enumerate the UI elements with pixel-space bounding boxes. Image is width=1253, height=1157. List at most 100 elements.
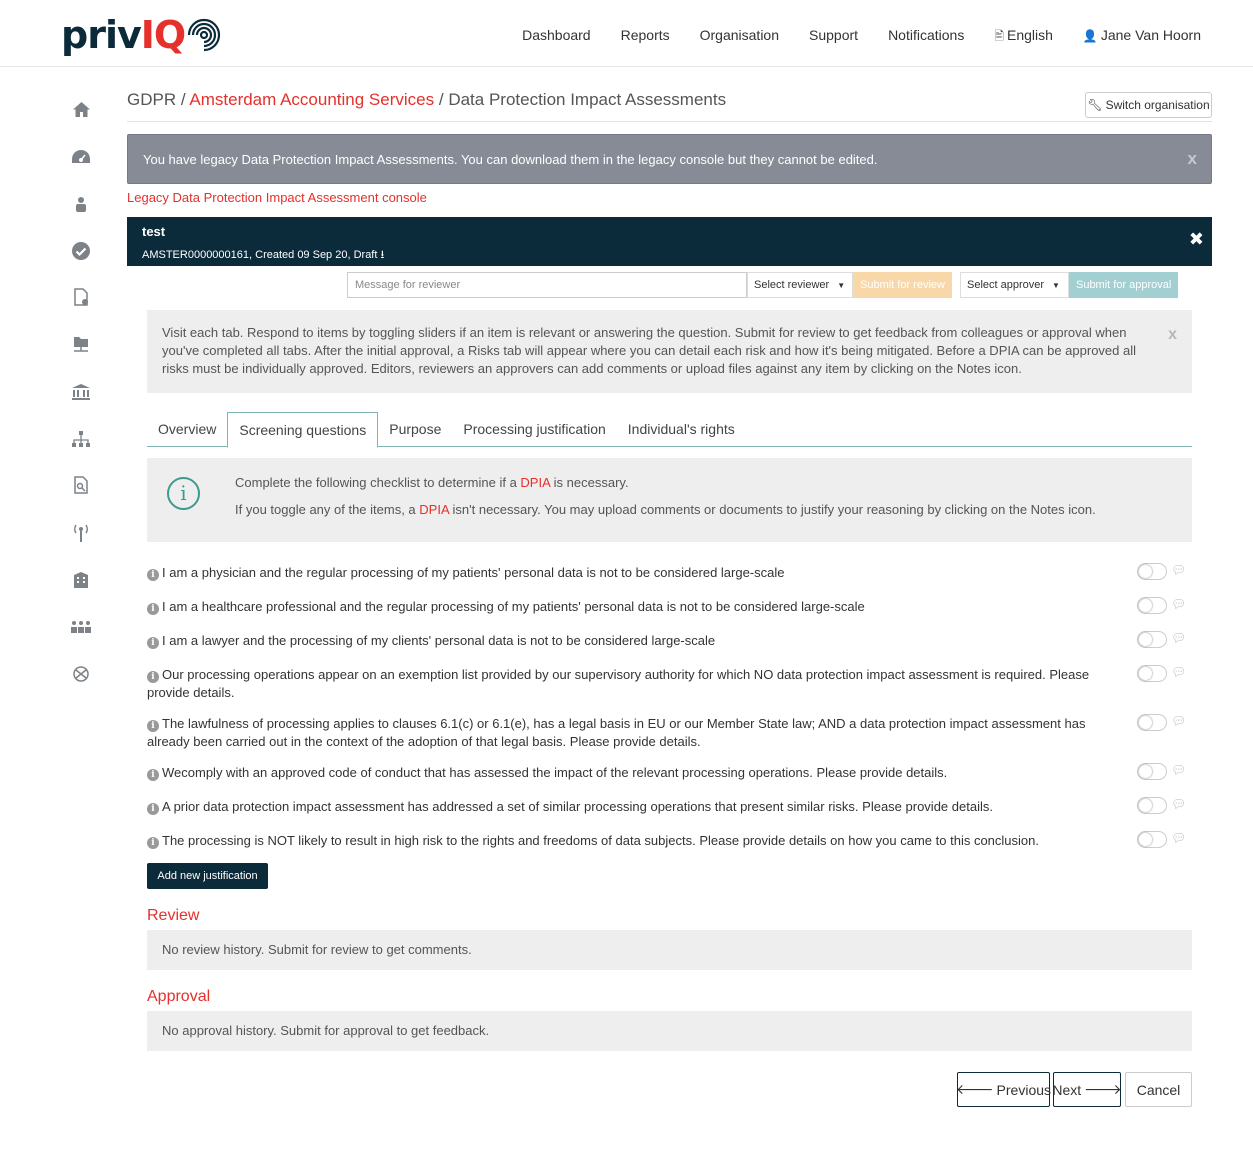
- logo-text-iq: IQ: [140, 13, 186, 57]
- notes-icon[interactable]: 💬︎: [1171, 797, 1186, 811]
- question-row: iA prior data protection impact assessme…: [147, 798, 1112, 816]
- switch-organisation-label: Switch organisation: [1105, 98, 1210, 112]
- notes-icon[interactable]: 💬︎: [1171, 563, 1186, 577]
- info-icon[interactable]: i: [147, 837, 159, 849]
- nav-dashboard[interactable]: Dashboard: [522, 27, 591, 48]
- folder-network-icon[interactable]: [62, 321, 100, 368]
- bank-icon[interactable]: [62, 368, 100, 415]
- select-approver-label: Select approver: [966, 279, 1045, 291]
- notes-icon[interactable]: 💬︎: [1171, 631, 1186, 645]
- close-icon[interactable]: x: [1168, 326, 1177, 344]
- submit-for-review-button[interactable]: Submit for review: [853, 272, 952, 298]
- info-icon[interactable]: i: [147, 603, 159, 615]
- breadcrumb-gdpr[interactable]: GDPR: [127, 90, 176, 109]
- tab-processing-justification[interactable]: Processing justification: [452, 412, 616, 447]
- info-icon[interactable]: i: [147, 769, 159, 781]
- home-icon[interactable]: [62, 86, 100, 133]
- nav-language-label: English: [1006, 27, 1053, 43]
- close-icon[interactable]: x: [1188, 149, 1197, 169]
- top-navbar: privIQ Dashboard Reports Organisation Su…: [0, 0, 1253, 67]
- document-gear-icon[interactable]: [62, 274, 100, 321]
- question-toggle[interactable]: [1137, 665, 1167, 682]
- dpia-term: DPIA: [520, 475, 551, 490]
- add-new-justification-button[interactable]: Add new justification: [147, 863, 268, 889]
- nav-notifications[interactable]: Notifications: [888, 27, 964, 48]
- document-search-icon[interactable]: [62, 462, 100, 509]
- close-icon[interactable]: ✖: [1189, 229, 1204, 250]
- nav-user[interactable]: 👤 Jane Van Hoorn: [1083, 27, 1201, 48]
- group-icon[interactable]: [62, 603, 100, 650]
- person-icon[interactable]: [62, 180, 100, 227]
- privIQ-logo[interactable]: privIQ: [61, 13, 221, 57]
- no-transfer-icon[interactable]: [62, 650, 100, 697]
- info-icon[interactable]: i: [147, 671, 159, 683]
- checklist-line-2: If you toggle any of the items, a DPIA i…: [235, 502, 1096, 517]
- check-circle-icon[interactable]: [62, 227, 100, 274]
- tab-overview[interactable]: Overview: [147, 412, 227, 447]
- select-approver-dropdown[interactable]: Select approver ▼: [959, 272, 1069, 298]
- message-for-reviewer-input[interactable]: [347, 272, 747, 298]
- select-reviewer-label: Select reviewer: [754, 279, 830, 291]
- legacy-alert: You have legacy Data Protection Impact A…: [127, 134, 1212, 184]
- previous-button[interactable]: 🡐 Previous: [956, 1072, 1051, 1107]
- tab-purpose[interactable]: Purpose: [378, 412, 452, 447]
- breadcrumb-separator: /: [438, 90, 444, 109]
- next-button[interactable]: Next 🡒: [1052, 1072, 1122, 1107]
- notes-icon[interactable]: 💬︎: [1171, 763, 1186, 777]
- dashboard-icon[interactable]: [62, 133, 100, 180]
- question-text: The processing is NOT likely to result i…: [162, 833, 1039, 848]
- notes-icon[interactable]: 💬︎: [1171, 665, 1186, 679]
- select-reviewer-dropdown[interactable]: Select reviewer ▼: [747, 272, 853, 298]
- checklist-text: isn't necessary. You may upload comments…: [448, 502, 1096, 517]
- question-toggle[interactable]: [1137, 797, 1167, 814]
- nav-support[interactable]: Support: [809, 27, 858, 48]
- checklist-line-1: Complete the following checklist to dete…: [235, 475, 629, 490]
- tab-screening-questions[interactable]: Screening questions: [227, 412, 379, 448]
- info-icon[interactable]: i: [147, 803, 159, 815]
- tab-bar: Overview Screening questions Purpose Pro…: [147, 412, 1192, 448]
- breadcrumb-organisation[interactable]: Amsterdam Accounting Services: [189, 90, 434, 109]
- nav-language[interactable]: 🖹 English: [994, 27, 1053, 48]
- question-text: The lawfulness of processing applies to …: [147, 716, 1086, 749]
- caret-down-icon: ▼: [837, 280, 846, 290]
- checklist-info-box: i Complete the following checklist to de…: [147, 458, 1192, 542]
- breadcrumb: GDPR / Amsterdam Accounting Services / D…: [127, 90, 726, 110]
- question-text: Wecomply with an approved code of conduc…: [162, 765, 948, 780]
- dpia-meta: AMSTER0000000161, Created 09 Sep 20, Dra…: [142, 246, 1197, 265]
- submit-for-approval-button[interactable]: Submit for approval: [1068, 272, 1179, 298]
- review-heading: Review: [147, 907, 200, 924]
- notes-icon[interactable]: 💬︎: [1171, 597, 1186, 611]
- info-icon[interactable]: i: [147, 720, 159, 732]
- language-icon: 🖹: [994, 29, 1004, 43]
- question-toggle[interactable]: [1137, 831, 1167, 848]
- instructions-text: Visit each tab. Respond to items by togg…: [162, 325, 1137, 376]
- approval-history: No approval history. Submit for approval…: [147, 1011, 1192, 1051]
- download-icon[interactable]: ⭳: [380, 249, 384, 261]
- dpia-meta-text: AMSTER0000000161, Created 09 Sep 20, Dra…: [142, 249, 378, 261]
- building-icon[interactable]: [62, 556, 100, 603]
- notes-icon[interactable]: 💬︎: [1171, 714, 1186, 728]
- legacy-console-link[interactable]: Legacy Data Protection Impact Assessment…: [127, 190, 427, 205]
- question-toggle[interactable]: [1137, 597, 1167, 614]
- info-icon[interactable]: i: [147, 569, 159, 581]
- question-toggle[interactable]: [1137, 714, 1167, 731]
- info-icon[interactable]: i: [147, 637, 159, 649]
- user-icon: 👤: [1082, 29, 1098, 43]
- question-toggle[interactable]: [1137, 631, 1167, 648]
- dpia-header: test AMSTER0000000161, Created 09 Sep 20…: [127, 217, 1212, 266]
- question-toggle[interactable]: [1137, 563, 1167, 580]
- org-chart-icon[interactable]: [62, 415, 100, 462]
- tab-individuals-rights[interactable]: Individual's rights: [617, 412, 746, 447]
- cancel-button[interactable]: Cancel: [1125, 1072, 1192, 1107]
- notes-icon[interactable]: 💬︎: [1171, 831, 1186, 845]
- nav-organisation[interactable]: Organisation: [700, 27, 779, 48]
- broadcast-icon[interactable]: [62, 509, 100, 556]
- question-row: iI am a healthcare professional and the …: [147, 598, 1112, 616]
- switch-organisation-button[interactable]: 🔧︎ Switch organisation: [1085, 92, 1212, 118]
- question-row: iI am a lawyer and the processing of my …: [147, 632, 1112, 650]
- nav-reports[interactable]: Reports: [621, 27, 670, 48]
- sidebar: [62, 86, 102, 697]
- question-row: i Wecomply with an approved code of condu…: [147, 764, 1112, 782]
- checklist-text: If you toggle any of the items, a: [235, 502, 420, 517]
- question-toggle[interactable]: [1137, 763, 1167, 780]
